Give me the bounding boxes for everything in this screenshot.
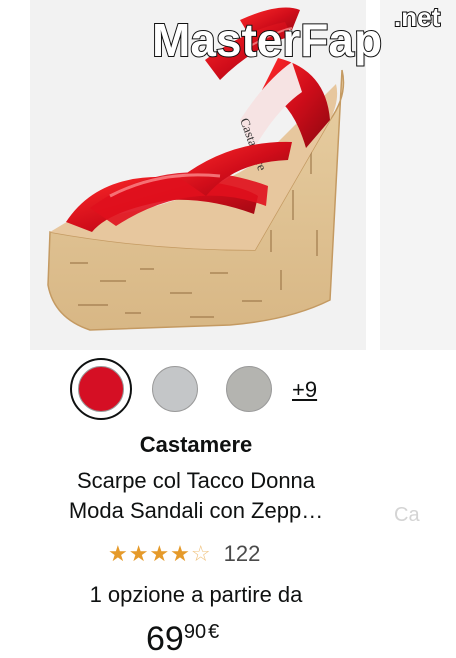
price-currency: € [208, 621, 220, 643]
more-variants-link[interactable]: +9 [292, 377, 317, 403]
product-title-line-1[interactable]: Scarpe col Tacco Donna [40, 466, 352, 496]
product-brand: Castamere [139, 432, 253, 457]
options-text: 1 opzione a partire da [89, 582, 303, 607]
product-title[interactable]: Scarpe col Tacco Donna Moda Sandali con … [40, 466, 352, 526]
product-title-line-2[interactable]: Moda Sandali con Zepp… [40, 496, 352, 526]
next-product-card[interactable]: Ca [376, 0, 456, 658]
color-swatch-selected[interactable] [70, 358, 132, 420]
price-whole: 69 [146, 620, 184, 658]
price: 6990 € [146, 620, 219, 658]
color-swatches [0, 358, 376, 428]
color-swatch-2[interactable] [152, 366, 198, 412]
review-count[interactable]: 122 [224, 541, 261, 567]
star-rating-icon: ★★★★☆ [108, 541, 212, 566]
next-product-image[interactable] [380, 0, 456, 350]
product-image[interactable]: Castamere [30, 0, 366, 350]
rating[interactable]: ★★★★☆ 122 [108, 540, 260, 568]
price-fraction: 90 [183, 621, 207, 643]
swatch-fill [78, 366, 124, 412]
next-product-brand: Ca [394, 504, 420, 526]
product-card[interactable]: Castamere +9 Castamere Scarpe col Tacco … [0, 0, 376, 658]
color-swatch-3[interactable] [226, 366, 272, 412]
sandal-illustration: Castamere [47, 7, 345, 331]
